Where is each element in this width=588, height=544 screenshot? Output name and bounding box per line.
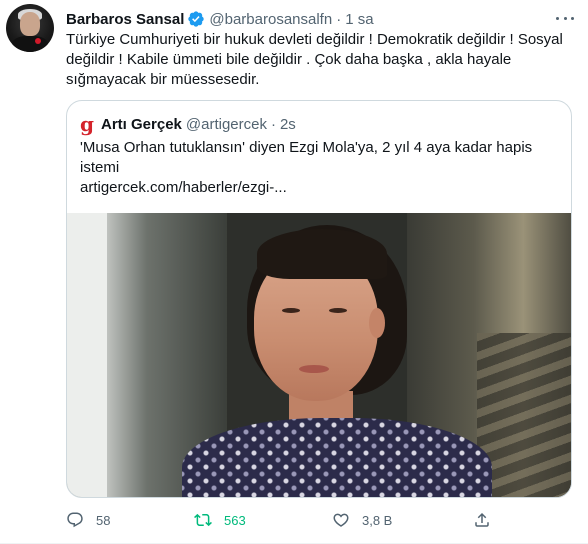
avatar-rose [35,38,41,44]
quote-separator-dot: · [270,115,276,133]
quote-header: g Artı Gerçek @artigercek · 2s [80,114,296,134]
like-icon [333,513,349,527]
quote-author-name: Artı Gerçek [101,115,182,133]
tweet[interactable]: Barbaros Sansal @barbarosansalfn · 1 sa … [0,0,588,544]
image-person-eye [282,308,300,313]
avatar[interactable] [6,4,54,52]
verified-badge-icon [187,10,205,28]
quote-image[interactable] [67,213,571,497]
quote-avatar-logo: g [80,112,94,136]
like-count: 3,8 B [362,512,393,528]
retweet-button[interactable]: 563 [194,508,246,532]
tweet-header: Barbaros Sansal @barbarosansalfn · 1 sa [66,9,374,29]
more-dot [556,16,559,20]
reply-count: 58 [96,512,111,528]
like-button[interactable]: 3,8 B [332,508,392,532]
quote-author-handle: @artigercek [185,115,267,133]
image-person-fringe [257,229,387,279]
reply-icon [67,512,83,528]
image-person-lips [299,365,329,373]
more-dot [571,16,574,20]
image-background-wall [67,213,107,497]
avatar-body [12,36,48,52]
reply-button[interactable]: 58 [66,508,110,532]
retweet-count: 563 [224,512,246,528]
image-person-shirt [182,418,492,497]
image-person-ear [369,308,385,338]
quote-text: 'Musa Orhan tutuklansın' diyen Ezgi Mola… [80,139,533,176]
share-button[interactable] [473,508,491,532]
avatar-face [20,12,40,36]
separator-dot: · [336,10,342,28]
tweet-time[interactable]: 1 sa [345,11,373,28]
quote-time: 2s [279,115,296,133]
quote-link[interactable]: artigercek.com/haberler/ezgi-... [80,178,287,198]
tweet-actions: 58 563 3,8 B [66,508,489,532]
retweet-icon [194,513,212,527]
image-person-eye [329,308,347,313]
author-name[interactable]: Barbaros Sansal [66,11,184,28]
more-icon[interactable] [554,9,576,27]
tweet-text: Türkiye Cumhuriyeti bir hukuk devleti de… [66,31,563,88]
share-icon [475,512,489,527]
author-handle[interactable]: @barbarosansalfn [209,11,332,28]
more-dot [563,16,567,20]
quote-tweet[interactable]: g Artı Gerçek @artigercek · 2s 'Musa Orh… [66,100,572,498]
